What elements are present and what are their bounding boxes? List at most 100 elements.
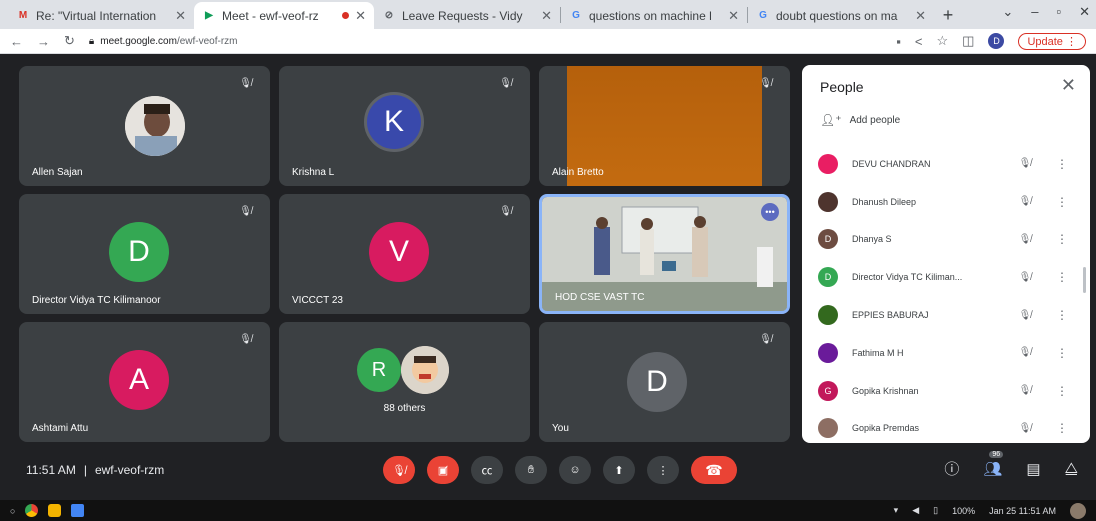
avatar (401, 346, 449, 394)
chat-icon[interactable]: ▤ (1026, 460, 1040, 478)
activities-icon[interactable]: ⧋ (1065, 460, 1078, 477)
more-options-button[interactable]: ⋮ (647, 456, 679, 484)
files-icon[interactable] (71, 504, 85, 517)
avatar (818, 305, 838, 326)
wifi-icon: ▾ (893, 505, 899, 515)
tab-gmail[interactable]: M Re: "Virtual Internation ✕ (8, 2, 194, 29)
gmail-icon: M (18, 10, 28, 21)
taskbar-apps: ○ (10, 504, 85, 517)
more-vert-icon[interactable]: ⋮ (1052, 232, 1072, 246)
more-options-icon[interactable]: ••• (761, 203, 779, 221)
mic-off-icon: 🎙︎̸ (1018, 233, 1032, 245)
participant-name: Dhanya S (852, 234, 892, 245)
globe-icon: ⊘ (384, 10, 394, 21)
volume-icon: ◀ (912, 505, 920, 515)
tab-meet[interactable]: ▶ Meet - ewf-veof-rz ✕ (194, 2, 374, 29)
captions-icon: ㏄ (481, 465, 493, 477)
participant-name: Director Vidya TC Kiliman... (852, 272, 963, 283)
restore-icon[interactable]: ▫ (1056, 4, 1061, 20)
participant-row[interactable]: EPPIES BABURAJ 🎙︎̸ ⋮ (818, 296, 1078, 334)
close-icon[interactable]: ✕ (355, 8, 366, 24)
tab-leave-requests[interactable]: ⊘ Leave Requests - Vidy ✕ (374, 2, 560, 29)
back-icon[interactable]: ← (10, 34, 23, 49)
close-icon[interactable]: ✕ (175, 8, 186, 24)
participant-tile[interactable]: A 🎙︎̸ Ashtami Attu (19, 322, 270, 442)
chrome-icon[interactable] (25, 504, 39, 517)
meet-stage: 🎙︎̸ Allen Sajan K 🎙︎̸ Krishna L 🎙︎̸ Alai… (0, 54, 1096, 500)
forward-icon[interactable]: → (37, 34, 50, 49)
participant-row[interactable]: Gopika Premdas 🎙︎̸ ⋮ (818, 410, 1078, 448)
participant-row[interactable]: Dhanush Dileep 🎙︎̸ ⋮ (818, 183, 1078, 221)
more-vert-icon[interactable]: ⋮ (1052, 195, 1072, 209)
close-icon[interactable]: ✕ (541, 8, 552, 24)
avatar: G (818, 380, 838, 401)
sidebar-icon[interactable]: ◫ (962, 33, 974, 49)
end-call-icon: ☎ (705, 461, 723, 478)
participant-tile[interactable]: V 🎙︎̸ VICCCT 23 (279, 194, 530, 314)
info-icon[interactable]: ⓘ (944, 458, 959, 479)
participant-tile[interactable]: 🎙︎̸ Alain Bretto (539, 66, 790, 186)
participant-row[interactable]: DEVU CHANDRAN 🎙︎̸ ⋮ (818, 145, 1078, 183)
participant-name: Dhanush Dileep (852, 196, 917, 207)
captions-button[interactable]: ㏄ (471, 456, 503, 484)
more-vert-icon[interactable]: ⋮ (1052, 421, 1072, 435)
close-window-icon[interactable]: ✕ (1079, 4, 1090, 20)
participant-row[interactable]: G Gopika Krishnan 🎙︎̸ ⋮ (818, 372, 1078, 410)
close-icon[interactable]: ✕ (1061, 75, 1076, 96)
camera-icon[interactable]: ▪ (896, 34, 901, 49)
bookmark-star-icon[interactable]: ☆ (937, 33, 949, 49)
participant-tile-active-speaker[interactable]: ••• HOD CSE VAST TC (539, 194, 790, 314)
participant-tile[interactable]: 🎙︎̸ Allen Sajan (19, 66, 270, 186)
add-people-button[interactable]: 👤︎⁺ Add people (820, 113, 900, 127)
new-tab-button[interactable]: + (934, 2, 962, 29)
camera-toggle-button[interactable]: ▣̸ (427, 456, 459, 484)
os-taskbar: ○ ▾ ◀ ▯ 100% Jan 25 11:51 AM (0, 500, 1096, 521)
avatar (818, 153, 838, 174)
more-vert-icon[interactable]: ⋮ (1052, 157, 1072, 171)
tab-google-search-1[interactable]: G questions on machine l ✕ (561, 2, 747, 29)
avatar: D (109, 222, 169, 282)
system-tray[interactable]: ▾ ◀ ▯ 100% Jan 25 11:51 AM (893, 502, 1086, 519)
meeting-code[interactable]: ewf-veof-rzm (95, 463, 164, 477)
camera-off-icon: ▣̸ (437, 464, 449, 477)
participant-row[interactable]: Fathima M H 🎙︎̸ ⋮ (818, 334, 1078, 372)
app-icon[interactable] (48, 504, 62, 517)
more-vert-icon[interactable]: ⋮ (1052, 308, 1072, 322)
person-photo-icon (125, 96, 185, 156)
participant-row[interactable]: D Dhanya S 🎙︎̸ ⋮ (818, 221, 1078, 259)
leave-call-button[interactable]: ☎ (691, 456, 737, 484)
self-tile[interactable]: D 🎙︎̸ You (539, 322, 790, 442)
participant-tile[interactable]: D 🎙︎̸ Director Vidya TC Kilimanoor (19, 194, 270, 314)
close-icon[interactable]: ✕ (728, 8, 739, 24)
mic-off-icon: 🎙︎̸ (1018, 385, 1032, 397)
participant-row[interactable]: D Director Vidya TC Kiliman... 🎙︎̸ ⋮ (818, 258, 1078, 296)
tab-search-icon[interactable]: ⌄ (1002, 4, 1013, 20)
more-vert-icon[interactable]: ⋮ (1052, 270, 1072, 284)
browser-tab-strip: M Re: "Virtual Internation ✕ ▶ Meet - ew… (0, 0, 1096, 29)
address-bar[interactable]: 🔒︎ meet.google.com/ewf-veof-rzm (89, 36, 882, 47)
minimize-icon[interactable]: – (1031, 4, 1038, 20)
reload-icon[interactable]: ↻ (64, 33, 75, 49)
scrollbar-thumb[interactable] (1083, 267, 1086, 293)
emoji-icon: ☺ (569, 464, 581, 476)
user-avatar[interactable] (1070, 502, 1086, 519)
share-icon[interactable]: < (915, 34, 923, 49)
profile-avatar[interactable]: D (988, 33, 1005, 49)
raise-hand-button[interactable]: ✋︎ (515, 456, 547, 484)
present-button[interactable]: ⬆ (603, 456, 635, 484)
mic-toggle-button[interactable]: 🎙︎̸ (383, 456, 415, 484)
close-icon[interactable]: ✕ (915, 8, 926, 24)
launcher-icon[interactable]: ○ (10, 506, 15, 516)
avatar: A (109, 350, 169, 410)
update-button[interactable]: Update ⋮ (1018, 32, 1086, 50)
hand-icon: ✋︎ (527, 463, 535, 476)
reactions-button[interactable]: ☺ (559, 456, 591, 484)
people-button[interactable]: 👥︎ 96 (983, 450, 1004, 478)
participant-name: HOD CSE VAST TC (555, 292, 645, 303)
more-vert-icon[interactable]: ⋮ (1052, 346, 1072, 360)
participant-tile[interactable]: K 🎙︎̸ Krishna L (279, 66, 530, 186)
others-tile[interactable]: R 88 others (279, 322, 530, 442)
tab-google-search-2[interactable]: G doubt questions on ma ✕ (748, 2, 934, 29)
mic-off-icon: 🎙︎̸ (499, 78, 512, 89)
more-vert-icon[interactable]: ⋮ (1052, 384, 1072, 398)
